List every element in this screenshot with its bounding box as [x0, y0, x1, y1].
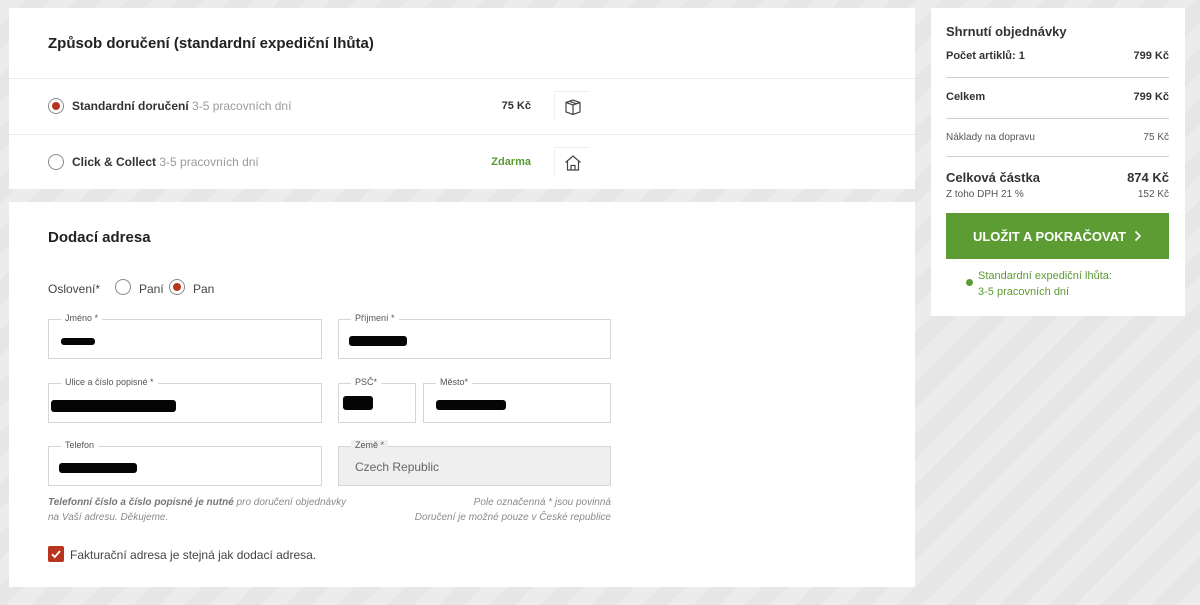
delivery-option-standard[interactable]: Standardní doručení 3-5 pracovních dní 7…	[9, 78, 915, 134]
delivery-option-click-collect[interactable]: Click & Collect 3-5 pracovních dní Zdarm…	[9, 134, 915, 190]
order-summary-panel: Shrnutí objednávky Počet artiklů: 1 799 …	[931, 8, 1185, 316]
summary-subtotal-label: Celkem	[946, 91, 986, 103]
salutation-pani-radio[interactable]	[115, 279, 131, 295]
billing-same-label: Fakturační adresa je stejná jak dodací a…	[70, 548, 317, 562]
zip-field[interactable]: PSČ*	[338, 377, 416, 423]
store-icon	[554, 147, 590, 177]
redacted-phone	[59, 463, 137, 473]
summary-vat-label: Z toho DPH 21 %	[946, 189, 1024, 200]
delivery-address-panel: Dodací adresa Oslovení* Paní Pan Jméno *…	[9, 202, 915, 587]
summary-total-label: Celková částka	[946, 170, 1040, 185]
shipping-time-title: Standardní expediční lhůta:	[978, 270, 1112, 282]
shipping-time-info: Standardní expediční lhůta: 3-5 pracovní…	[978, 268, 1112, 300]
last-name-label: Příjmení *	[351, 313, 399, 323]
redacted-zip	[343, 396, 373, 410]
phone-note: Telefonní číslo a číslo popisné je nutné…	[48, 495, 348, 525]
phone-field[interactable]: Telefon	[48, 440, 322, 486]
country-value: Czech Republic	[355, 460, 440, 474]
delivery-address-title: Dodací adresa	[48, 229, 151, 246]
phone-note-bold: Telefonní číslo a číslo popisné je nutné	[48, 497, 234, 508]
first-name-field[interactable]: Jméno *	[48, 313, 322, 359]
redacted-city	[436, 400, 506, 410]
street-field[interactable]: Ulice a číslo popisné *	[48, 377, 322, 423]
chevron-right-icon	[1134, 230, 1142, 242]
delivery-click-collect-radio[interactable]	[48, 154, 64, 170]
delivery-click-collect-time: 3-5 pracovních dní	[159, 155, 259, 169]
street-label: Ulice a číslo popisné *	[61, 377, 158, 387]
summary-subtotal-value: 799 Kč	[1133, 91, 1169, 103]
summary-total-value: 874 Kč	[1127, 170, 1169, 185]
checkmark-icon	[51, 550, 61, 559]
redacted-street	[51, 400, 176, 412]
delivery-click-collect-price: Zdarma	[491, 156, 531, 168]
salutation-label: Oslovení*	[48, 282, 101, 296]
summary-shipping-value: 75 Kč	[1143, 132, 1169, 143]
delivery-standard-time: 3-5 pracovních dní	[192, 99, 292, 113]
salutation-pani-label: Paní	[139, 282, 164, 296]
order-summary-title: Shrnutí objednávky	[946, 24, 1067, 39]
country-field: Země * Czech Republic	[338, 440, 611, 486]
required-fields-note: Pole označenná * jsou povinná Doručení j…	[339, 495, 611, 525]
save-and-continue-label: ULOŽIT A POKRAČOVAT	[972, 228, 1127, 244]
zip-label: PSČ*	[351, 377, 382, 387]
last-name-field[interactable]: Příjmení *	[338, 313, 611, 359]
salutation-pan-radio[interactable]	[169, 279, 185, 295]
summary-divider	[946, 77, 1169, 78]
delivery-standard-radio[interactable]	[48, 98, 64, 114]
summary-items-value: 799 Kč	[1133, 50, 1169, 62]
delivery-country-line: Doručení je možné pouze v České republic…	[414, 512, 611, 523]
delivery-click-collect-name: Click & Collect	[72, 155, 157, 169]
redacted-first-name	[61, 338, 95, 345]
delivery-standard-price: 75 Kč	[501, 100, 531, 112]
required-fields-line: Pole označenná * jsou povinná	[473, 497, 611, 508]
package-icon	[554, 91, 590, 121]
salutation-pan-label: Pan	[193, 282, 215, 296]
first-name-label: Jméno *	[61, 313, 103, 323]
delivery-method-panel: Způsob doručení (standardní expediční lh…	[9, 8, 915, 189]
phone-label: Telefon	[61, 440, 99, 450]
redacted-last-name	[349, 336, 407, 346]
billing-same-checkbox[interactable]	[48, 546, 64, 562]
summary-vat-value: 152 Kč	[1137, 189, 1169, 200]
summary-divider	[946, 118, 1169, 119]
summary-divider	[946, 156, 1169, 157]
city-field[interactable]: Město*	[423, 377, 611, 423]
city-label: Město*	[436, 377, 473, 387]
summary-items-label: Počet artiklů: 1	[946, 50, 1025, 62]
delivery-method-title: Způsob doručení (standardní expediční lh…	[48, 35, 374, 52]
save-and-continue-button[interactable]: ULOŽIT A POKRAČOVAT	[946, 213, 1169, 259]
shipping-time-value: 3-5 pracovních dní	[978, 286, 1070, 298]
delivery-standard-name: Standardní doručení	[72, 99, 189, 113]
country-label: Země *	[351, 440, 389, 450]
status-dot-icon	[966, 279, 973, 286]
summary-shipping-label: Náklady na dopravu	[946, 132, 1035, 143]
